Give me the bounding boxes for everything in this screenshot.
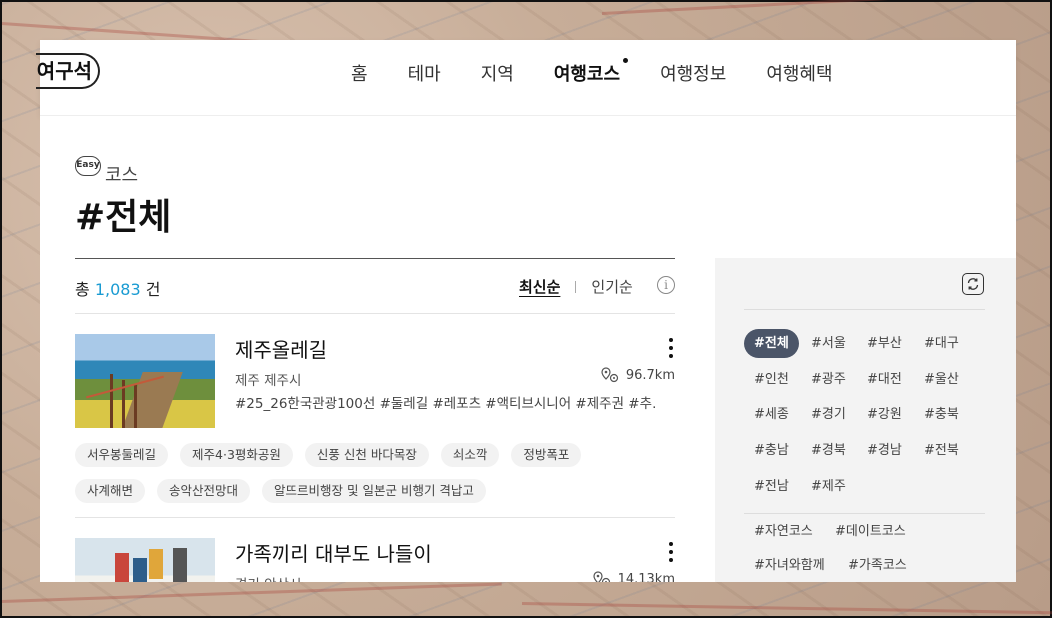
nav-item-label: 여행코스	[553, 64, 621, 85]
count-suffix: 건	[145, 280, 161, 299]
nav-item-travel-info[interactable]: 여행정보	[660, 60, 726, 86]
info-icon[interactable]: i	[657, 276, 675, 294]
region-tag[interactable]: #대구	[924, 329, 959, 358]
region-tag[interactable]: #경남	[867, 436, 902, 465]
spot-chip[interactable]: 정방폭포	[511, 443, 582, 467]
spot-chip[interactable]: 쇠소깍	[440, 443, 500, 467]
region-tag[interactable]: #광주	[811, 365, 846, 394]
site-logo[interactable]: 여구석	[36, 53, 100, 89]
region-tag[interactable]: #전북	[924, 436, 959, 465]
spot-chip[interactable]: 제주4·3평화공원	[180, 443, 293, 467]
sort-popular-button[interactable]: 인기순	[591, 276, 632, 297]
region-tag[interactable]: #제주	[811, 472, 846, 501]
region-tag-all[interactable]: #전체	[744, 329, 799, 358]
thumbnail-frame-shape	[173, 548, 187, 582]
region-tag[interactable]: #충남	[754, 436, 789, 465]
course-spots: 서우봉둘레길 제주4·3평화공원 신풍 신천 바다목장 쇠소깍 정방폭포 사계해…	[75, 443, 675, 515]
route-pin-icon	[601, 367, 618, 383]
course-thumbnail[interactable]	[75, 334, 215, 428]
distance-value: 96.7km	[625, 367, 675, 383]
spot-chip[interactable]: 사계해변	[75, 479, 146, 503]
theme-tag[interactable]: #데이트코스	[835, 517, 906, 546]
map-background-line	[1, 582, 502, 603]
region-tag[interactable]: #대전	[867, 365, 902, 394]
region-tag[interactable]: #경기	[811, 400, 846, 429]
course-region: 경기 안산시	[235, 573, 301, 582]
map-background-line	[601, 0, 1052, 15]
course-distance: 96.7km	[600, 367, 675, 383]
page-category: 코스	[105, 165, 139, 186]
course-card[interactable]: 가족끼리 대부도 나들이 경기 안산시 14.13km	[75, 538, 675, 582]
easy-badge-icon: Easy	[75, 156, 101, 176]
route-pin-icon	[592, 571, 610, 582]
spot-chip[interactable]: 서우봉둘레길	[75, 443, 169, 467]
sort-options: 최신순 인기순	[519, 276, 633, 297]
refresh-arrows-icon	[967, 278, 979, 290]
divider	[575, 280, 577, 293]
nav-item-travel-benefits[interactable]: 여행혜택	[766, 60, 832, 86]
region-tag[interactable]: #강원	[867, 400, 902, 429]
course-card[interactable]: 제주올레길 제주 제주시 96.7km #25_26한국관광100선 #둘레길 …	[75, 334, 675, 514]
more-options-button[interactable]	[668, 338, 674, 358]
active-dot-indicator	[623, 58, 629, 63]
nav-item-theme[interactable]: 테마	[408, 60, 441, 86]
region-tag[interactable]: #울산	[924, 365, 959, 394]
count-number: 1,083	[94, 280, 141, 299]
nav-item-home[interactable]: 홈	[351, 60, 368, 86]
theme-tag[interactable]: #자연코스	[754, 517, 813, 546]
tag-filter-sidebar: #전체 #서울 #부산 #대구 #인천 #광주 #대전 #울산 #세종 #경기 …	[715, 258, 1016, 582]
nav-item-travel-course[interactable]: 여행코스	[553, 58, 629, 86]
divider	[744, 513, 985, 514]
more-options-button[interactable]	[668, 542, 674, 562]
spot-chip[interactable]: 신풍 신천 바다목장	[304, 443, 429, 467]
refresh-icon[interactable]	[962, 273, 984, 295]
result-count: 총 1,083 건	[75, 276, 160, 300]
region-tag[interactable]: #서울	[811, 329, 846, 358]
divider	[744, 309, 985, 310]
region-tag[interactable]: #부산	[867, 329, 902, 358]
count-prefix: 총	[75, 280, 90, 299]
main-nav: 홈 테마 지역 여행코스 여행정보 여행혜택	[351, 58, 873, 86]
theme-tag[interactable]: #자녀와함께	[754, 551, 825, 580]
map-background-line	[521, 602, 1052, 615]
spot-chip[interactable]: 알뜨르비행장 및 일본군 비행기 격납고	[262, 479, 486, 503]
course-thumbnail[interactable]	[75, 538, 215, 582]
spot-chip[interactable]: 송악산전망대	[157, 479, 251, 503]
divider	[75, 313, 675, 314]
region-tag[interactable]: #경북	[811, 436, 846, 465]
site-header: 여구석 홈 테마 지역 여행코스 여행정보 여행혜택	[36, 40, 1016, 116]
region-tag[interactable]: #세종	[754, 400, 789, 429]
course-distance: 14.13km	[592, 571, 675, 582]
region-tag[interactable]: #충북	[924, 400, 959, 429]
theme-tag[interactable]: #가족코스	[848, 551, 907, 580]
region-tag[interactable]: #전남	[754, 472, 789, 501]
course-region: 제주 제주시	[235, 373, 302, 389]
course-title[interactable]: 제주올레길	[235, 334, 327, 363]
main-content: Easy 코스 #전체 총 1,083 건 최신순 인기순 i 제주올레길 제주…	[40, 116, 1016, 582]
nav-item-region[interactable]: 지역	[481, 60, 514, 86]
distance-value: 14.13km	[617, 571, 675, 583]
page-title: #전체	[75, 197, 172, 238]
divider	[75, 258, 675, 259]
sort-latest-button[interactable]: 최신순	[519, 276, 560, 297]
course-hashtags: #25_26한국관광100선 #둘레길 #레포츠 #액티브시니어 #제주권 #추…	[235, 396, 655, 412]
region-tag[interactable]: #인천	[754, 365, 789, 394]
thumbnail-art-shape	[115, 553, 129, 582]
thumbnail-fence-shape	[110, 374, 113, 428]
divider	[75, 517, 675, 518]
course-title[interactable]: 가족끼리 대부도 나들이	[235, 538, 432, 567]
